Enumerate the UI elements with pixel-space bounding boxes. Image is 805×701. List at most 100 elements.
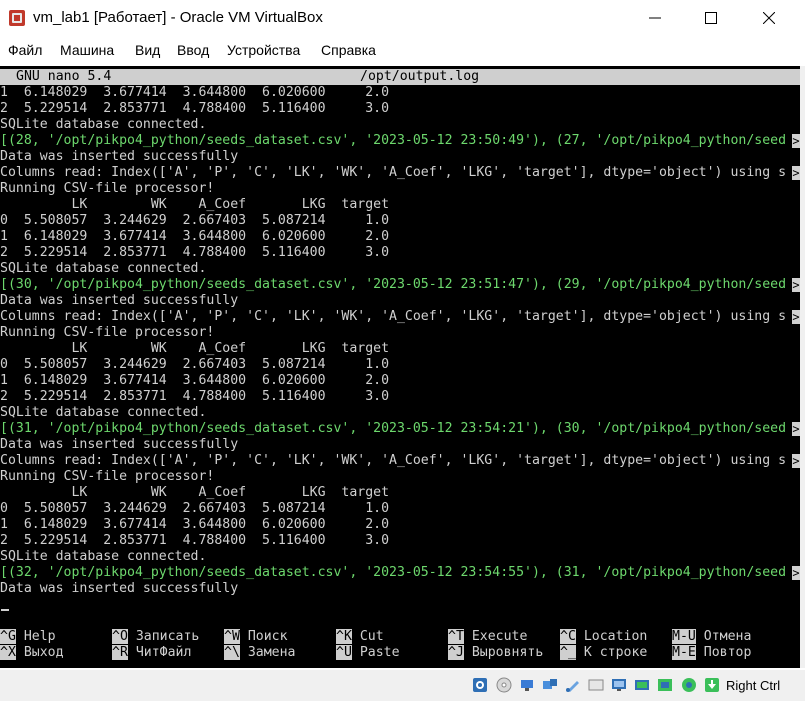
terminal-line-text: Columns read: Index(['A', 'P', 'C', 'LK'…: [0, 453, 787, 468]
nano-filename: /opt/output.log: [360, 69, 480, 84]
terminal-line-text: SQLite database connected.: [0, 405, 207, 420]
terminal-line: SQLite database connected.: [0, 117, 800, 133]
menu-file[interactable]: Файл: [8, 42, 42, 58]
terminal-line: 2 5.229514 2.853771 4.788400 5.116400 3.…: [0, 245, 800, 261]
terminal-line-text: Running CSV-file processor!: [0, 469, 215, 484]
terminal-line: [(30, '/opt/pikpo4_python/seeds_dataset.…: [0, 277, 800, 293]
terminal-line: 2 5.229514 2.853771 4.788400 5.116400 3.…: [0, 101, 800, 117]
terminal-line: [(28, '/opt/pikpo4_python/seeds_dataset.…: [0, 133, 800, 149]
line-truncated-marker: >: [792, 278, 800, 292]
terminal-line-text: SQLite database connected.: [0, 549, 207, 564]
menu-bar: Файл Машина Вид Ввод Устройства Справка: [0, 38, 805, 64]
terminal-line: Columns read: Index(['A', 'P', 'C', 'LK'…: [0, 309, 800, 325]
terminal-line: SQLite database connected.: [0, 405, 800, 421]
display-icon[interactable]: [588, 677, 604, 693]
menu-input[interactable]: Ввод: [177, 42, 209, 58]
menu-devices[interactable]: Устройства: [227, 42, 300, 58]
shortcut-replace: ^\ Замена: [224, 645, 296, 660]
arrow-down-icon[interactable]: [704, 677, 720, 693]
line-truncated-marker: >: [792, 134, 800, 148]
nano-shortcut-bar: ^G Help ^X Выход ^O Записать ^R ЧитФайл …: [0, 629, 800, 663]
terminal-line-text: LK WK A_Coef LKG target: [0, 197, 390, 212]
terminal-line-text: [(30, '/opt/pikpo4_python/seeds_dataset.…: [0, 277, 787, 292]
menu-view[interactable]: Вид: [135, 42, 160, 58]
terminal-line-text: Data was inserted successfully: [0, 293, 239, 308]
minimize-icon: [649, 17, 661, 19]
terminal-line-text: 2 5.229514 2.853771 4.788400 5.116400 3.…: [0, 245, 390, 260]
terminal-line-text: 1 6.148029 3.677414 3.644800 6.020600 2.…: [0, 229, 390, 244]
terminal-line-text: [(28, '/opt/pikpo4_python/seeds_dataset.…: [0, 133, 787, 148]
terminal-line-text: LK WK A_Coef LKG target: [0, 341, 390, 356]
terminal-line: LK WK A_Coef LKG target: [0, 485, 800, 501]
terminal-line-text: Running CSV-file processor!: [0, 181, 215, 196]
vm-screen[interactable]: GNU nano 5.4 /opt/output.log 1 6.148029 …: [0, 66, 800, 668]
terminal-output[interactable]: 1 6.148029 3.677414 3.644800 6.020600 2.…: [0, 85, 800, 597]
nano-version: GNU nano 5.4: [16, 69, 112, 84]
monitor-icon[interactable]: [611, 677, 627, 693]
terminal-line: 1 6.148029 3.677414 3.644800 6.020600 2.…: [0, 517, 800, 533]
shortcut-redo: M-E Повтор: [672, 645, 752, 660]
terminal-line: Data was inserted successfully: [0, 149, 800, 165]
optical-drive-icon[interactable]: [496, 677, 512, 693]
window-edge: [800, 66, 805, 668]
shortcut-help: ^G Help: [0, 629, 56, 644]
shared-folder-icon[interactable]: [565, 677, 581, 693]
window-titlebar[interactable]: vm_lab1 [Работает] - Oracle VM VirtualBo…: [0, 0, 805, 36]
terminal-line: 2 5.229514 2.853771 4.788400 5.116400 3.…: [0, 533, 800, 549]
host-key-label: Right Ctrl: [726, 678, 781, 693]
vm-state-icon[interactable]: [657, 677, 673, 693]
terminal-line: 1 6.148029 3.677414 3.644800 6.020600 2.…: [0, 229, 800, 245]
terminal-line: Data was inserted successfully: [0, 293, 800, 309]
terminal-line-text: SQLite database connected.: [0, 117, 207, 132]
usb-icon[interactable]: [542, 677, 558, 693]
terminal-line-text: 1 6.148029 3.677414 3.644800 6.020600 2.…: [0, 517, 390, 532]
shortcut-exit: ^X Выход: [0, 645, 64, 660]
line-truncated-marker: >: [792, 454, 800, 468]
line-truncated-marker: >: [792, 166, 800, 180]
minimize-button[interactable]: [627, 0, 683, 36]
terminal-line-text: 0 5.508057 3.244629 2.667403 5.087214 1.…: [0, 501, 390, 516]
terminal-line-text: LK WK A_Coef LKG target: [0, 485, 390, 500]
close-button[interactable]: [741, 0, 797, 36]
terminal-line-text: Running CSV-file processor!: [0, 325, 215, 340]
video-capture-icon[interactable]: [634, 677, 650, 693]
network-icon[interactable]: [519, 677, 535, 693]
maximize-button[interactable]: [683, 0, 739, 36]
shortcut-cut: ^K Cut: [336, 629, 384, 644]
terminal-line: SQLite database connected.: [0, 261, 800, 277]
terminal-line-text: Columns read: Index(['A', 'P', 'C', 'LK'…: [0, 165, 787, 180]
terminal-line: 2 5.229514 2.853771 4.788400 5.116400 3.…: [0, 389, 800, 405]
maximize-icon: [705, 12, 717, 24]
terminal-line: 0 5.508057 3.244629 2.667403 5.087214 1.…: [0, 357, 800, 373]
text-cursor: [1, 609, 9, 611]
mouse-integration-icon[interactable]: [681, 677, 697, 693]
terminal-line: Running CSV-file processor!: [0, 469, 800, 485]
terminal-line: Columns read: Index(['A', 'P', 'C', 'LK'…: [0, 165, 800, 181]
shortcut-undo: M-U Отмена: [672, 629, 752, 644]
terminal-line: 0 5.508057 3.244629 2.667403 5.087214 1.…: [0, 213, 800, 229]
shortcut-location: ^C Location: [560, 629, 648, 644]
virtualbox-app-icon: [9, 10, 25, 26]
menu-help[interactable]: Справка: [321, 42, 376, 58]
terminal-line-text: 2 5.229514 2.853771 4.788400 5.116400 3.…: [0, 389, 390, 404]
terminal-line: Running CSV-file processor!: [0, 181, 800, 197]
nano-title-bar: GNU nano 5.4 /opt/output.log: [0, 69, 800, 85]
shortcut-execute: ^T Execute: [448, 629, 528, 644]
terminal-line: 0 5.508057 3.244629 2.667403 5.087214 1.…: [0, 501, 800, 517]
close-icon: [763, 12, 775, 24]
cpu-icon[interactable]: [472, 677, 488, 693]
shortcut-paste: ^U Paste: [336, 645, 400, 660]
terminal-line: Data was inserted successfully: [0, 437, 800, 453]
terminal-line-text: 2 5.229514 2.853771 4.788400 5.116400 3.…: [0, 101, 390, 116]
terminal-line: [(32, '/opt/pikpo4_python/seeds_dataset.…: [0, 565, 800, 581]
terminal-line-text: Data was inserted successfully: [0, 149, 239, 164]
terminal-line: SQLite database connected.: [0, 549, 800, 565]
shortcut-read-file: ^R ЧитФайл: [112, 645, 192, 660]
terminal-line-text: Data was inserted successfully: [0, 581, 239, 596]
terminal-line: 1 6.148029 3.677414 3.644800 6.020600 2.…: [0, 373, 800, 389]
terminal-line-text: 1 6.148029 3.677414 3.644800 6.020600 2.…: [0, 373, 390, 388]
menu-machine[interactable]: Машина: [60, 42, 114, 58]
shortcut-go-to-line: ^_ К строке: [560, 645, 648, 660]
line-truncated-marker: >: [792, 566, 800, 580]
terminal-line-text: 0 5.508057 3.244629 2.667403 5.087214 1.…: [0, 213, 390, 228]
